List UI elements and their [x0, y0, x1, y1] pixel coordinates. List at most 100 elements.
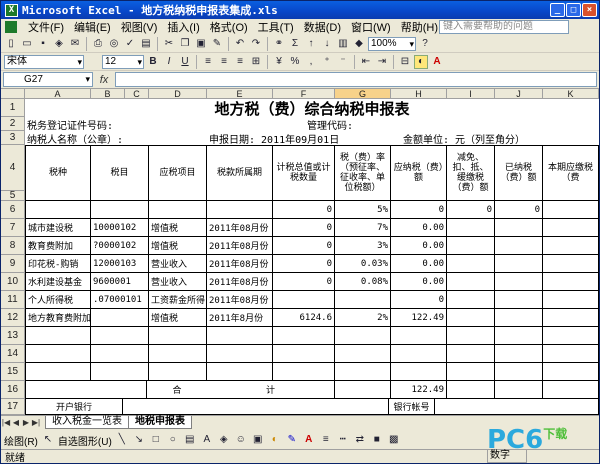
cell[interactable]: [495, 309, 543, 327]
merge-center-icon[interactable]: ⊞: [249, 55, 263, 69]
font-size-select[interactable]: 12: [102, 54, 144, 69]
row-11-period[interactable]: 2011年08月份: [207, 291, 273, 309]
tab-income-summary[interactable]: 收入税金一览表: [45, 416, 129, 429]
comma-icon[interactable]: ,: [304, 55, 318, 69]
row-9-code[interactable]: 12000103: [91, 255, 149, 273]
last-sheet-icon[interactable]: ▶|: [31, 418, 41, 427]
row-9-payable[interactable]: 0.00: [391, 255, 447, 273]
row-9-base[interactable]: 0: [273, 255, 335, 273]
row-8-base[interactable]: 0: [273, 237, 335, 255]
spelling-icon[interactable]: ✓: [123, 37, 137, 51]
cell[interactable]: [335, 327, 391, 345]
help-search-input[interactable]: 键入需要帮助的问题: [439, 20, 569, 34]
cell[interactable]: [447, 291, 495, 309]
percent-icon[interactable]: %: [288, 55, 302, 69]
maximize-button[interactable]: □: [566, 3, 581, 17]
cell[interactable]: [335, 363, 391, 381]
align-right-icon[interactable]: ≡: [233, 55, 247, 69]
cell[interactable]: [447, 219, 495, 237]
cell[interactable]: [543, 201, 599, 219]
row-9-kind[interactable]: 印花税-购销: [25, 255, 91, 273]
cell[interactable]: [91, 327, 149, 345]
row-12-code[interactable]: [91, 309, 149, 327]
research-icon[interactable]: ▤: [139, 37, 153, 51]
zoom-select[interactable]: 100%: [368, 36, 416, 51]
decrease-decimal-icon[interactable]: ⁻: [336, 55, 350, 69]
menu-view[interactable]: 视图(V): [116, 19, 163, 35]
next-sheet-icon[interactable]: ▶: [21, 418, 31, 427]
cell[interactable]: [495, 363, 543, 381]
diagram-icon[interactable]: ◈: [217, 433, 231, 447]
menu-tools[interactable]: 工具(T): [253, 19, 299, 35]
row-header-16[interactable]: 16: [1, 381, 25, 399]
cut-icon[interactable]: ✂: [162, 37, 176, 51]
clipart-icon[interactable]: ☺: [234, 433, 248, 447]
oval-icon[interactable]: ○: [166, 433, 180, 447]
row-11-item[interactable]: 工资薪金所得: [149, 291, 207, 309]
declare-date-label[interactable]: 申报日期: 2011年09月01日: [207, 131, 367, 146]
cell[interactable]: [391, 363, 447, 381]
menu-window[interactable]: 窗口(W): [346, 19, 396, 35]
row-7-kind[interactable]: 城市建设税: [25, 219, 91, 237]
row-header-4[interactable]: 4: [1, 145, 25, 191]
close-button[interactable]: ×: [582, 3, 597, 17]
row-header-2[interactable]: 2: [1, 117, 25, 131]
row-12-item[interactable]: 增值税: [149, 309, 207, 327]
font-select[interactable]: 宋体: [4, 54, 84, 69]
col-header-e[interactable]: E: [207, 89, 273, 99]
cell[interactable]: [543, 345, 599, 363]
borders-icon[interactable]: ⊟: [398, 55, 412, 69]
sort-desc-icon[interactable]: ↓: [320, 37, 334, 51]
row-8-rate[interactable]: 3%: [335, 237, 391, 255]
mgmt-code-label[interactable]: 管理代码:: [305, 117, 425, 132]
cell[interactable]: [25, 201, 91, 219]
cell[interactable]: [495, 219, 543, 237]
header-period[interactable]: 税款所属期: [207, 145, 273, 201]
menu-data[interactable]: 数据(D): [299, 19, 346, 35]
cell[interactable]: [495, 273, 543, 291]
arrow-icon[interactable]: ↘: [132, 433, 146, 447]
menu-insert[interactable]: 插入(I): [162, 19, 204, 35]
row-11-base[interactable]: [273, 291, 335, 309]
cell[interactable]: [543, 219, 599, 237]
header-reduce[interactable]: 减免、扣、抵、缓缴税（费）额: [447, 145, 495, 201]
bank-label[interactable]: 开户银行: [25, 399, 123, 415]
align-center-icon[interactable]: ≡: [217, 55, 231, 69]
col-header-f[interactable]: F: [273, 89, 335, 99]
bold-icon[interactable]: B: [146, 55, 160, 69]
col-header-b[interactable]: B: [91, 89, 125, 99]
row-8-period[interactable]: 2011年08月份: [207, 237, 273, 255]
header-tax-item[interactable]: 税目: [91, 145, 149, 201]
total-label-1[interactable]: 合: [147, 381, 207, 399]
header-tax-kind[interactable]: 税种: [25, 145, 91, 201]
cell[interactable]: [25, 381, 147, 399]
minimize-button[interactable]: _: [550, 3, 565, 17]
row-8-payable[interactable]: 0.00: [391, 237, 447, 255]
cell[interactable]: [335, 345, 391, 363]
undo-icon[interactable]: ↶: [233, 37, 247, 51]
row-7-base[interactable]: 0: [273, 219, 335, 237]
cell[interactable]: [447, 273, 495, 291]
row-10-period[interactable]: 2011年08月份: [207, 273, 273, 291]
row-7-period[interactable]: 2011年08月份: [207, 219, 273, 237]
sheet-title[interactable]: 地方税（费）综合纳税申报表: [25, 99, 599, 118]
drawing-icon[interactable]: ◆: [352, 37, 366, 51]
cell[interactable]: [447, 327, 495, 345]
menu-format[interactable]: 格式(O): [205, 19, 253, 35]
menu-file[interactable]: 文件(F): [23, 19, 69, 35]
paste-icon[interactable]: ▣: [194, 37, 208, 51]
row-8-kind[interactable]: 教育费附加: [25, 237, 91, 255]
autosum-icon[interactable]: Σ: [288, 37, 302, 51]
formula-input[interactable]: [115, 72, 597, 87]
row-8-item[interactable]: 增值税: [149, 237, 207, 255]
dash-style-icon[interactable]: ┅: [336, 433, 350, 447]
row-header-13[interactable]: 13: [1, 327, 25, 345]
col-header-k[interactable]: K: [543, 89, 599, 99]
tab-local-tax[interactable]: 地税申报表: [128, 416, 192, 429]
cell[interactable]: [207, 363, 273, 381]
line-style-icon[interactable]: ≡: [319, 433, 333, 447]
col-header-h[interactable]: H: [391, 89, 447, 99]
header-paid[interactable]: 已纳税（费）额: [495, 145, 543, 201]
cell[interactable]: [447, 255, 495, 273]
row-header-1[interactable]: 1: [1, 99, 25, 117]
